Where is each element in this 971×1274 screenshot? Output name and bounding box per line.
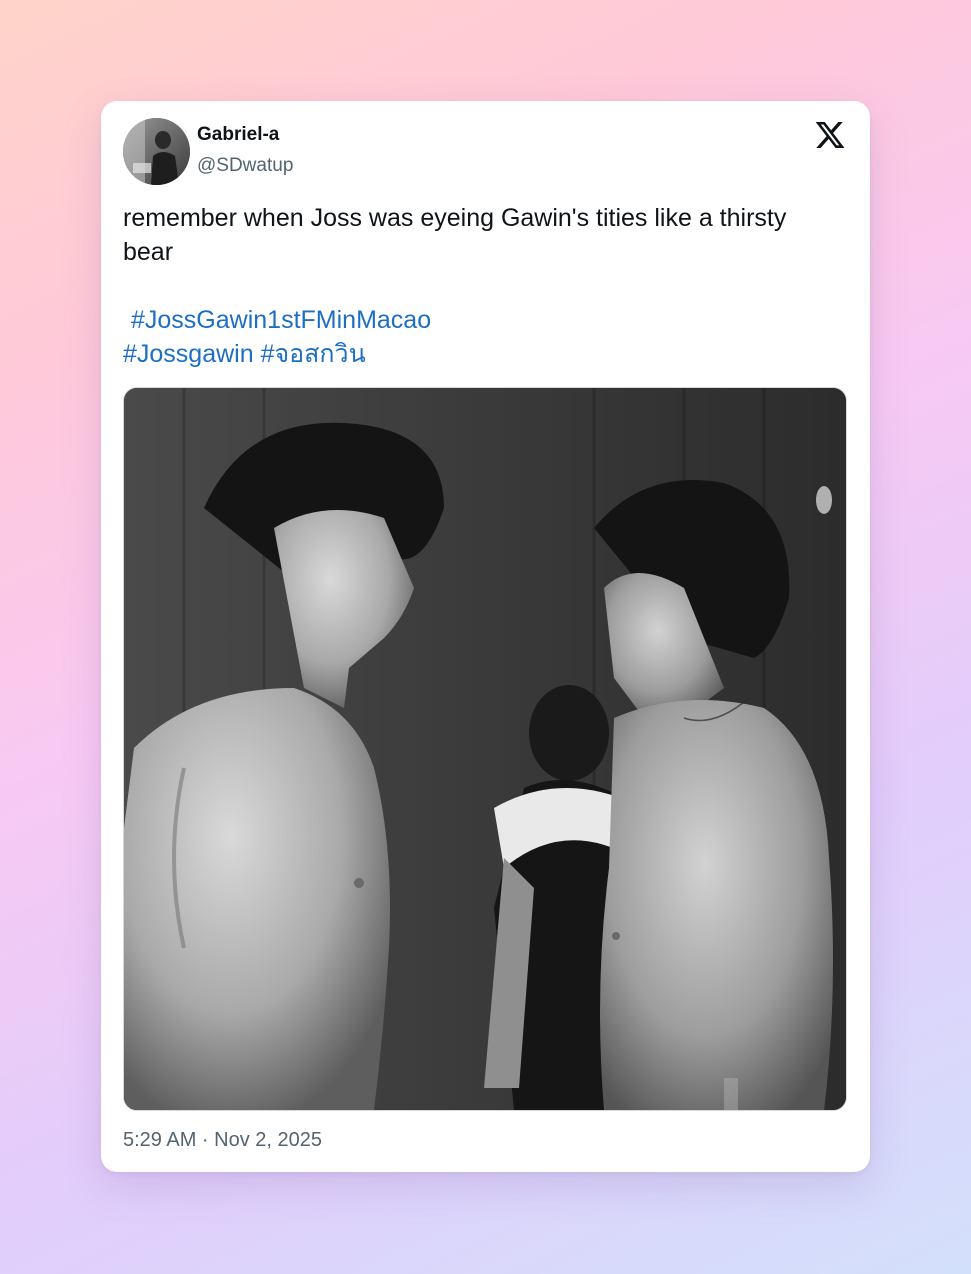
tweet-hashtags: #JossGawin1stFMinMacao #Jossgawin #จอสกว… [123, 303, 843, 371]
user-handle[interactable]: @SDwatup [197, 155, 293, 177]
tweet-text: remember when Joss was eyeing Gawin's ti… [123, 204, 787, 266]
photo [124, 388, 846, 1110]
avatar-photo [123, 118, 190, 185]
tweet-media-image[interactable] [123, 387, 847, 1111]
avatar[interactable] [123, 118, 190, 185]
x-logo-icon[interactable] [814, 119, 846, 151]
display-name[interactable]: Gabriel-a [197, 124, 279, 146]
hashtag-link[interactable]: #Jossgawin #จอสกวิน [123, 337, 843, 371]
tweet-timestamp[interactable]: 5:29 AM · Nov 2, 2025 [123, 1129, 322, 1152]
tweet-card: Gabriel-a @SDwatup remember when Joss wa… [101, 101, 870, 1172]
hashtag-link[interactable]: #JossGawin1stFMinMacao [123, 303, 843, 337]
